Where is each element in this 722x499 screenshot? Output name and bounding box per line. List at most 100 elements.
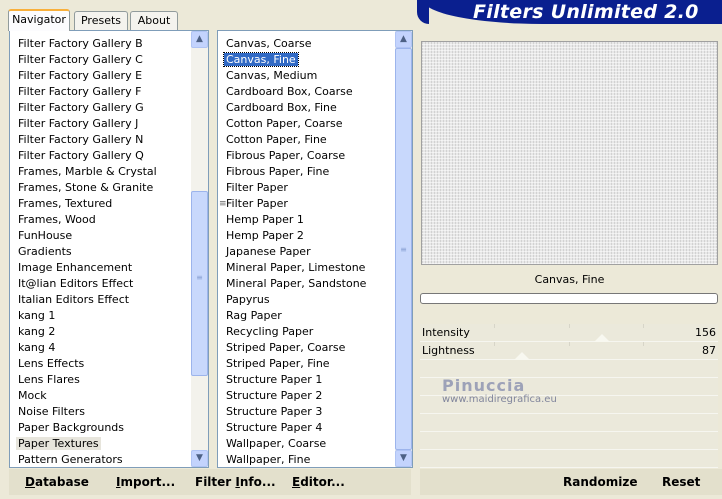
list-item[interactable]: Filter Factory Gallery Q <box>10 148 190 164</box>
list-item[interactable]: FunHouse <box>10 228 190 244</box>
import-button[interactable]: Import... <box>116 475 175 489</box>
list-item[interactable]: Hemp Paper 2 <box>218 228 398 244</box>
list-item[interactable]: Wallpaper, Coarse <box>218 436 398 452</box>
drag-grip-icon: ≡ <box>219 199 227 209</box>
list-item-label: Fibrous Paper, Coarse <box>226 149 346 162</box>
list-item-label: Rag Paper <box>226 309 282 322</box>
list-item-label: Canvas, Fine <box>223 52 299 67</box>
list-item-label: Structure Paper 1 <box>226 373 323 386</box>
list-item[interactable]: Hemp Paper 1 <box>218 212 398 228</box>
list-item-label: Filter Factory Gallery J <box>18 117 139 130</box>
category-list[interactable]: Filter Factory Gallery B Filter Factory G… <box>10 36 190 468</box>
list-item[interactable]: Canvas, Coarse <box>218 36 398 52</box>
list-item-label: Striped Paper, Coarse <box>226 341 346 354</box>
list-item[interactable]: Striped Paper, Fine <box>218 356 398 372</box>
list-item-label: FunHouse <box>18 229 73 242</box>
list-item[interactable]: Cotton Paper, Coarse <box>218 116 398 132</box>
list-item[interactable]: Canvas, Medium <box>218 68 398 84</box>
list-item[interactable]: Cardboard Box, Coarse <box>218 84 398 100</box>
list-item[interactable]: Noise Filters <box>10 404 190 420</box>
list-item[interactable]: Lens Flares <box>10 372 190 388</box>
list-item[interactable]: Cardboard Box, Fine <box>218 100 398 116</box>
list-item[interactable]: Filter Factory Gallery F <box>10 84 190 100</box>
list-item[interactable]: Frames, Wood <box>10 212 190 228</box>
list-item[interactable]: Filter Factory Gallery C <box>10 52 190 68</box>
list-item[interactable]: Japanese Paper <box>218 244 398 260</box>
list-item[interactable]: Structure Paper 3 <box>218 404 398 420</box>
list-item[interactable]: Paper Textures <box>10 436 190 452</box>
list-item[interactable]: Filter Factory Gallery B <box>10 36 190 52</box>
intensity-marker[interactable] <box>594 334 611 342</box>
list-item[interactable]: Fibrous Paper, Fine <box>218 164 398 180</box>
list-item[interactable]: Canvas, Fine <box>218 52 398 68</box>
list-item[interactable]: Italian Editors Effect <box>10 292 190 308</box>
list-item[interactable]: Pattern Generators <box>10 452 190 468</box>
scroll-up-icon[interactable]: ▲ <box>395 31 412 48</box>
list-item[interactable]: Cotton Paper, Fine <box>218 132 398 148</box>
scroll-thumb[interactable]: ≡ <box>191 191 208 376</box>
list-item[interactable]: Frames, Marble & Crystal <box>10 164 190 180</box>
database-button[interactable]: Database <box>25 475 89 489</box>
list-item-label: Filter Factory Gallery B <box>18 37 143 50</box>
list-item-label: Cotton Paper, Fine <box>226 133 327 146</box>
list-item[interactable]: Filter Factory Gallery E <box>10 68 190 84</box>
list-item[interactable]: Lens Effects <box>10 356 190 372</box>
list-item[interactable]: Filter Factory Gallery J <box>10 116 190 132</box>
editor-button[interactable]: Editor... <box>292 475 345 489</box>
list-item[interactable]: kang 1 <box>10 308 190 324</box>
list-item[interactable]: Wallpaper, Fine <box>218 452 398 468</box>
watermark-url: www.maidiregrafica.eu <box>442 394 557 405</box>
list-item[interactable]: Filter Factory Gallery N <box>10 132 190 148</box>
list-item-label: Italian Editors Effect <box>18 293 130 306</box>
list-item[interactable]: Structure Paper 2 <box>218 388 398 404</box>
category-scrollbar[interactable]: ▲ ≡ ▼ <box>191 31 208 467</box>
list-item-label: Wallpaper, Fine <box>226 453 311 466</box>
list-item[interactable]: Paper Backgrounds <box>10 420 190 436</box>
filter-info-button[interactable]: Filter Info... <box>195 475 276 489</box>
scroll-down-icon[interactable]: ▼ <box>395 450 412 467</box>
list-item-label: It@lian Editors Effect <box>18 277 134 290</box>
list-item[interactable]: Filter Paper <box>218 180 398 196</box>
list-item[interactable]: Rag Paper <box>218 308 398 324</box>
list-item[interactable]: Mineral Paper, Sandstone <box>218 276 398 292</box>
lightness-slider[interactable]: Lightness 87 <box>420 342 718 360</box>
list-item[interactable]: Image Enhancement <box>10 260 190 276</box>
tab-about[interactable]: About <box>130 11 178 30</box>
randomize-button[interactable]: Randomize <box>563 475 637 489</box>
lightness-value: 87 <box>702 344 716 357</box>
reset-button[interactable]: Reset <box>662 475 700 489</box>
list-item[interactable]: It@lian Editors Effect <box>10 276 190 292</box>
list-item[interactable]: Gradients <box>10 244 190 260</box>
tab-presets[interactable]: Presets <box>74 11 128 30</box>
list-item-label: Structure Paper 2 <box>226 389 323 402</box>
list-item[interactable]: ≡ Filter Paper <box>218 196 398 212</box>
list-item[interactable]: Structure Paper 4 <box>218 420 398 436</box>
list-item-label: Structure Paper 4 <box>226 421 323 434</box>
list-item[interactable]: Structure Paper 1 <box>218 372 398 388</box>
list-item-label: Cardboard Box, Coarse <box>226 85 353 98</box>
list-item[interactable]: Recycling Paper <box>218 324 398 340</box>
list-item[interactable]: kang 2 <box>10 324 190 340</box>
list-item[interactable]: Filter Factory Gallery G <box>10 100 190 116</box>
list-item[interactable]: Frames, Stone & Granite <box>10 180 190 196</box>
scroll-down-icon[interactable]: ▼ <box>191 450 208 467</box>
list-item[interactable]: Papyrus <box>218 292 398 308</box>
lightness-marker[interactable] <box>513 352 530 360</box>
list-item-label: Canvas, Medium <box>226 69 318 82</box>
list-item-label: Wallpaper, Coarse <box>226 437 327 450</box>
empty-parameter-row <box>420 450 718 468</box>
tab-navigator[interactable]: Navigator <box>8 9 70 31</box>
list-item[interactable]: Frames, Textured <box>10 196 190 212</box>
filter-list[interactable]: Canvas, Coarse Canvas, Fine Canvas, Medium… <box>218 36 398 468</box>
scroll-thumb[interactable]: ≡ <box>395 48 412 450</box>
list-item[interactable]: Mineral Paper, Limestone <box>218 260 398 276</box>
list-item[interactable]: Striped Paper, Coarse <box>218 340 398 356</box>
list-item[interactable]: kang 4 <box>10 340 190 356</box>
list-item-label: Filter Factory Gallery C <box>18 53 143 66</box>
list-item[interactable]: Mock <box>10 388 190 404</box>
filter-scrollbar[interactable]: ▲ ≡ ▼ <box>395 31 412 467</box>
list-item-label: Pattern Generators <box>18 453 123 466</box>
scroll-up-icon[interactable]: ▲ <box>191 31 208 48</box>
intensity-slider[interactable]: Intensity 156 <box>420 324 718 342</box>
list-item[interactable]: Fibrous Paper, Coarse <box>218 148 398 164</box>
